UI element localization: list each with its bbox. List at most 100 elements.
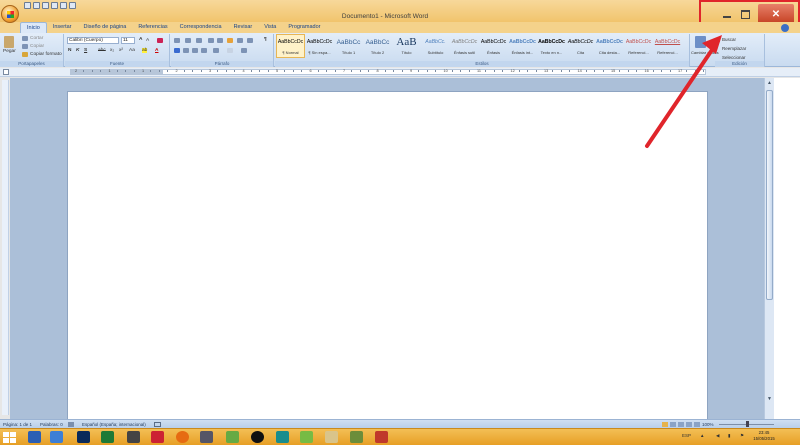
- font-color-button[interactable]: A: [155, 48, 158, 53]
- style-item[interactable]: AaBbCcDc Énfasis: [479, 34, 508, 58]
- taskbar-user-icon[interactable]: [151, 431, 164, 443]
- style-item[interactable]: AaBbCcDc Énfasis sutil: [450, 34, 479, 58]
- style-item[interactable]: AaBbCcDc Énfasis int...: [508, 34, 537, 58]
- paste-icon[interactable]: [4, 36, 14, 48]
- taskbar-app2-icon[interactable]: [375, 431, 388, 443]
- taskbar-player-icon[interactable]: [350, 431, 363, 443]
- language-status[interactable]: Español (España; internacional): [82, 422, 146, 427]
- shrink-font-button[interactable]: A: [146, 38, 149, 43]
- word-count[interactable]: Palabras: 0: [40, 422, 63, 427]
- taskbar-media-icon[interactable]: [251, 431, 264, 443]
- taskbar-folder-icon[interactable]: [50, 431, 63, 443]
- cut-icon[interactable]: [22, 36, 28, 41]
- paste-label[interactable]: Pegar: [3, 49, 16, 54]
- justify-icon[interactable]: [201, 48, 207, 53]
- rtl-icon[interactable]: [247, 38, 253, 43]
- tab-inicio[interactable]: Inicio: [20, 22, 47, 33]
- close-button[interactable]: ✕: [758, 4, 794, 24]
- customize-qat-icon[interactable]: [69, 2, 76, 9]
- speaker-icon[interactable]: ◀: [716, 433, 719, 439]
- taskbar-app-icon[interactable]: [276, 431, 289, 443]
- tab-programador[interactable]: Programador: [282, 22, 326, 33]
- taskbar-photoshop-icon[interactable]: [77, 431, 90, 443]
- highlight-button[interactable]: ab: [142, 48, 148, 53]
- sort-icon[interactable]: [227, 38, 233, 43]
- align-right-icon[interactable]: [192, 48, 198, 53]
- undo-icon[interactable]: [33, 2, 40, 9]
- macro-record-icon[interactable]: [154, 422, 161, 427]
- scroll-up-icon[interactable]: ▲: [766, 80, 773, 87]
- style-item[interactable]: AaBbCcDc ¶ Sin espa...: [305, 34, 334, 58]
- style-item[interactable]: AaBbCcDc Cita desta...: [595, 34, 624, 58]
- shading-icon[interactable]: [227, 48, 233, 53]
- taskbar-inkscape-icon[interactable]: [127, 431, 140, 443]
- replace-button[interactable]: Reemplazar: [722, 44, 746, 53]
- clear-format-icon[interactable]: [157, 38, 163, 43]
- style-item[interactable]: AaBbCc Título 2: [363, 34, 392, 58]
- style-item[interactable]: AaBbCc Título 1: [334, 34, 363, 58]
- show-marks-button[interactable]: ¶: [264, 37, 267, 42]
- keyboard-layout[interactable]: ESP: [682, 433, 691, 438]
- maximize-button[interactable]: [737, 4, 753, 24]
- italic-button[interactable]: K: [76, 48, 79, 53]
- full-screen-view-icon[interactable]: [670, 422, 676, 427]
- scroll-down-icon[interactable]: ▼: [766, 396, 773, 403]
- format-painter-icon[interactable]: [22, 52, 28, 57]
- help-icon[interactable]: [781, 24, 789, 32]
- numbering-icon[interactable]: [185, 38, 191, 43]
- align-center-icon[interactable]: [183, 48, 189, 53]
- outline-view-icon[interactable]: [686, 422, 692, 427]
- style-item[interactable]: AaBbCcDc Referenci...: [653, 34, 682, 58]
- tab-insertar[interactable]: Insertar: [47, 22, 78, 33]
- taskbar-excel-icon[interactable]: [101, 431, 114, 443]
- cut-label[interactable]: Cortar: [30, 36, 43, 41]
- tab-correspondencia[interactable]: Correspondencia: [174, 22, 228, 33]
- style-item[interactable]: AaBbCcDc Texto en n...: [537, 34, 566, 58]
- format-painter-label[interactable]: Copiar formato: [30, 52, 62, 57]
- grow-font-button[interactable]: A: [139, 37, 142, 42]
- tab-vista[interactable]: Vista: [258, 22, 282, 33]
- copy-icon[interactable]: [22, 44, 28, 49]
- strikethrough-button[interactable]: abc: [98, 48, 106, 53]
- copy-label[interactable]: Copiar: [30, 44, 44, 49]
- vertical-ruler[interactable]: [2, 80, 9, 415]
- line-spacing-icon[interactable]: [213, 48, 219, 53]
- style-item[interactable]: AaBbCcDc Cita: [566, 34, 595, 58]
- tab-revisar[interactable]: Revisar: [228, 22, 259, 33]
- decrease-indent-icon[interactable]: [208, 38, 214, 43]
- underline-button[interactable]: S: [84, 48, 87, 53]
- draft-view-icon[interactable]: [694, 422, 700, 427]
- style-item[interactable]: AaB Título: [392, 34, 421, 58]
- align-left-icon[interactable]: [174, 48, 180, 53]
- minimize-button[interactable]: [719, 4, 735, 24]
- superscript-button[interactable]: x²: [119, 48, 123, 53]
- font-name-field[interactable]: Calibri (Cuerpo): [67, 37, 119, 44]
- font-size-field[interactable]: 11: [121, 37, 135, 44]
- taskbar-word-icon[interactable]: [28, 431, 41, 443]
- style-item[interactable]: AaBbCcDc ¶ Normal: [276, 34, 305, 58]
- tab-selector-icon[interactable]: [3, 69, 9, 75]
- subscript-button[interactable]: x₂: [110, 48, 114, 53]
- style-item[interactable]: AaBbCc. Subtítulo: [421, 34, 450, 58]
- horizontal-ruler[interactable]: 2 1 1 2 3 4 5 6 7 8 9 10 11 12 13 14 15 16 17: [70, 69, 706, 75]
- bullets-icon[interactable]: [174, 38, 180, 43]
- network-icon[interactable]: ▮: [728, 433, 730, 439]
- clock[interactable]: 23:45 15/05/2015: [753, 430, 775, 442]
- borders-icon[interactable]: [241, 48, 247, 53]
- web-layout-view-icon[interactable]: [678, 422, 684, 427]
- zoom-slider-knob[interactable]: [746, 421, 749, 427]
- taskbar-firefox-icon[interactable]: [176, 431, 189, 443]
- tab-referencias[interactable]: Referencias: [132, 22, 173, 33]
- tray-arrow-icon[interactable]: ▲: [700, 433, 704, 438]
- bold-button[interactable]: N: [68, 48, 71, 53]
- taskbar-tool-icon[interactable]: [300, 431, 313, 443]
- print-preview-icon[interactable]: [51, 2, 58, 9]
- style-item[interactable]: AaBbCcDc Referenci...: [624, 34, 653, 58]
- ltr-icon[interactable]: [237, 38, 243, 43]
- proofing-icon[interactable]: [68, 422, 74, 427]
- save-icon[interactable]: [24, 2, 31, 9]
- vertical-scrollbar[interactable]: ▲ ▼: [764, 78, 774, 419]
- print-layout-view-icon[interactable]: [662, 422, 668, 427]
- zoom-level[interactable]: 100%: [702, 422, 714, 427]
- taskbar-game-icon[interactable]: [226, 431, 239, 443]
